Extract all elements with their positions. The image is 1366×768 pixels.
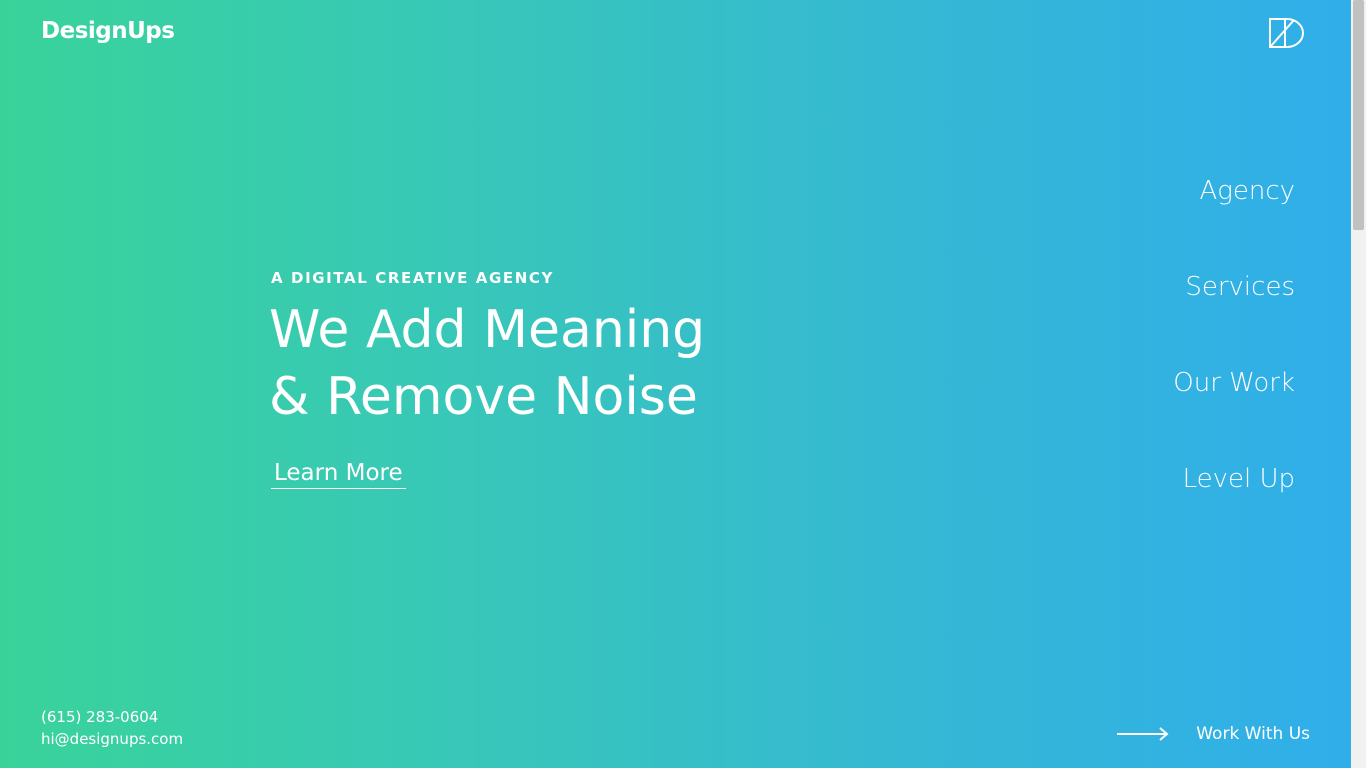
contact-email-link[interactable]: hi@designups.com — [41, 728, 183, 750]
learn-more-link[interactable]: Learn More — [271, 458, 406, 489]
hero-eyebrow: A DIGITAL CREATIVE AGENCY — [271, 269, 554, 287]
nav-item-our-work[interactable]: Our Work — [1173, 366, 1295, 400]
designups-logo-icon[interactable] — [1267, 14, 1310, 52]
hero-section: DesignUps Agency Services Our Work Level… — [0, 0, 1351, 768]
hero-headline: We Add Meaning & Remove Noise — [269, 297, 705, 431]
arrow-right-icon — [1117, 727, 1169, 741]
nav-item-agency[interactable]: Agency — [1199, 174, 1295, 208]
work-with-us-button[interactable]: Work With Us — [1116, 721, 1310, 747]
hero-headline-line1: We Add Meaning — [269, 300, 706, 360]
page-scrollbar[interactable] — [1351, 0, 1366, 768]
contact-info: (615) 283-0604 hi@designups.com — [41, 706, 183, 750]
scrollbar-thumb[interactable] — [1353, 0, 1364, 230]
work-with-us-label: Work With Us — [1196, 724, 1310, 744]
nav-item-services[interactable]: Services — [1185, 270, 1295, 304]
brand-logo-text[interactable]: DesignUps — [41, 15, 175, 47]
contact-phone-link[interactable]: (615) 283-0604 — [41, 706, 183, 728]
nav-item-level-up[interactable]: Level Up — [1183, 462, 1295, 496]
hero-headline-line2: & Remove Noise — [269, 367, 698, 427]
